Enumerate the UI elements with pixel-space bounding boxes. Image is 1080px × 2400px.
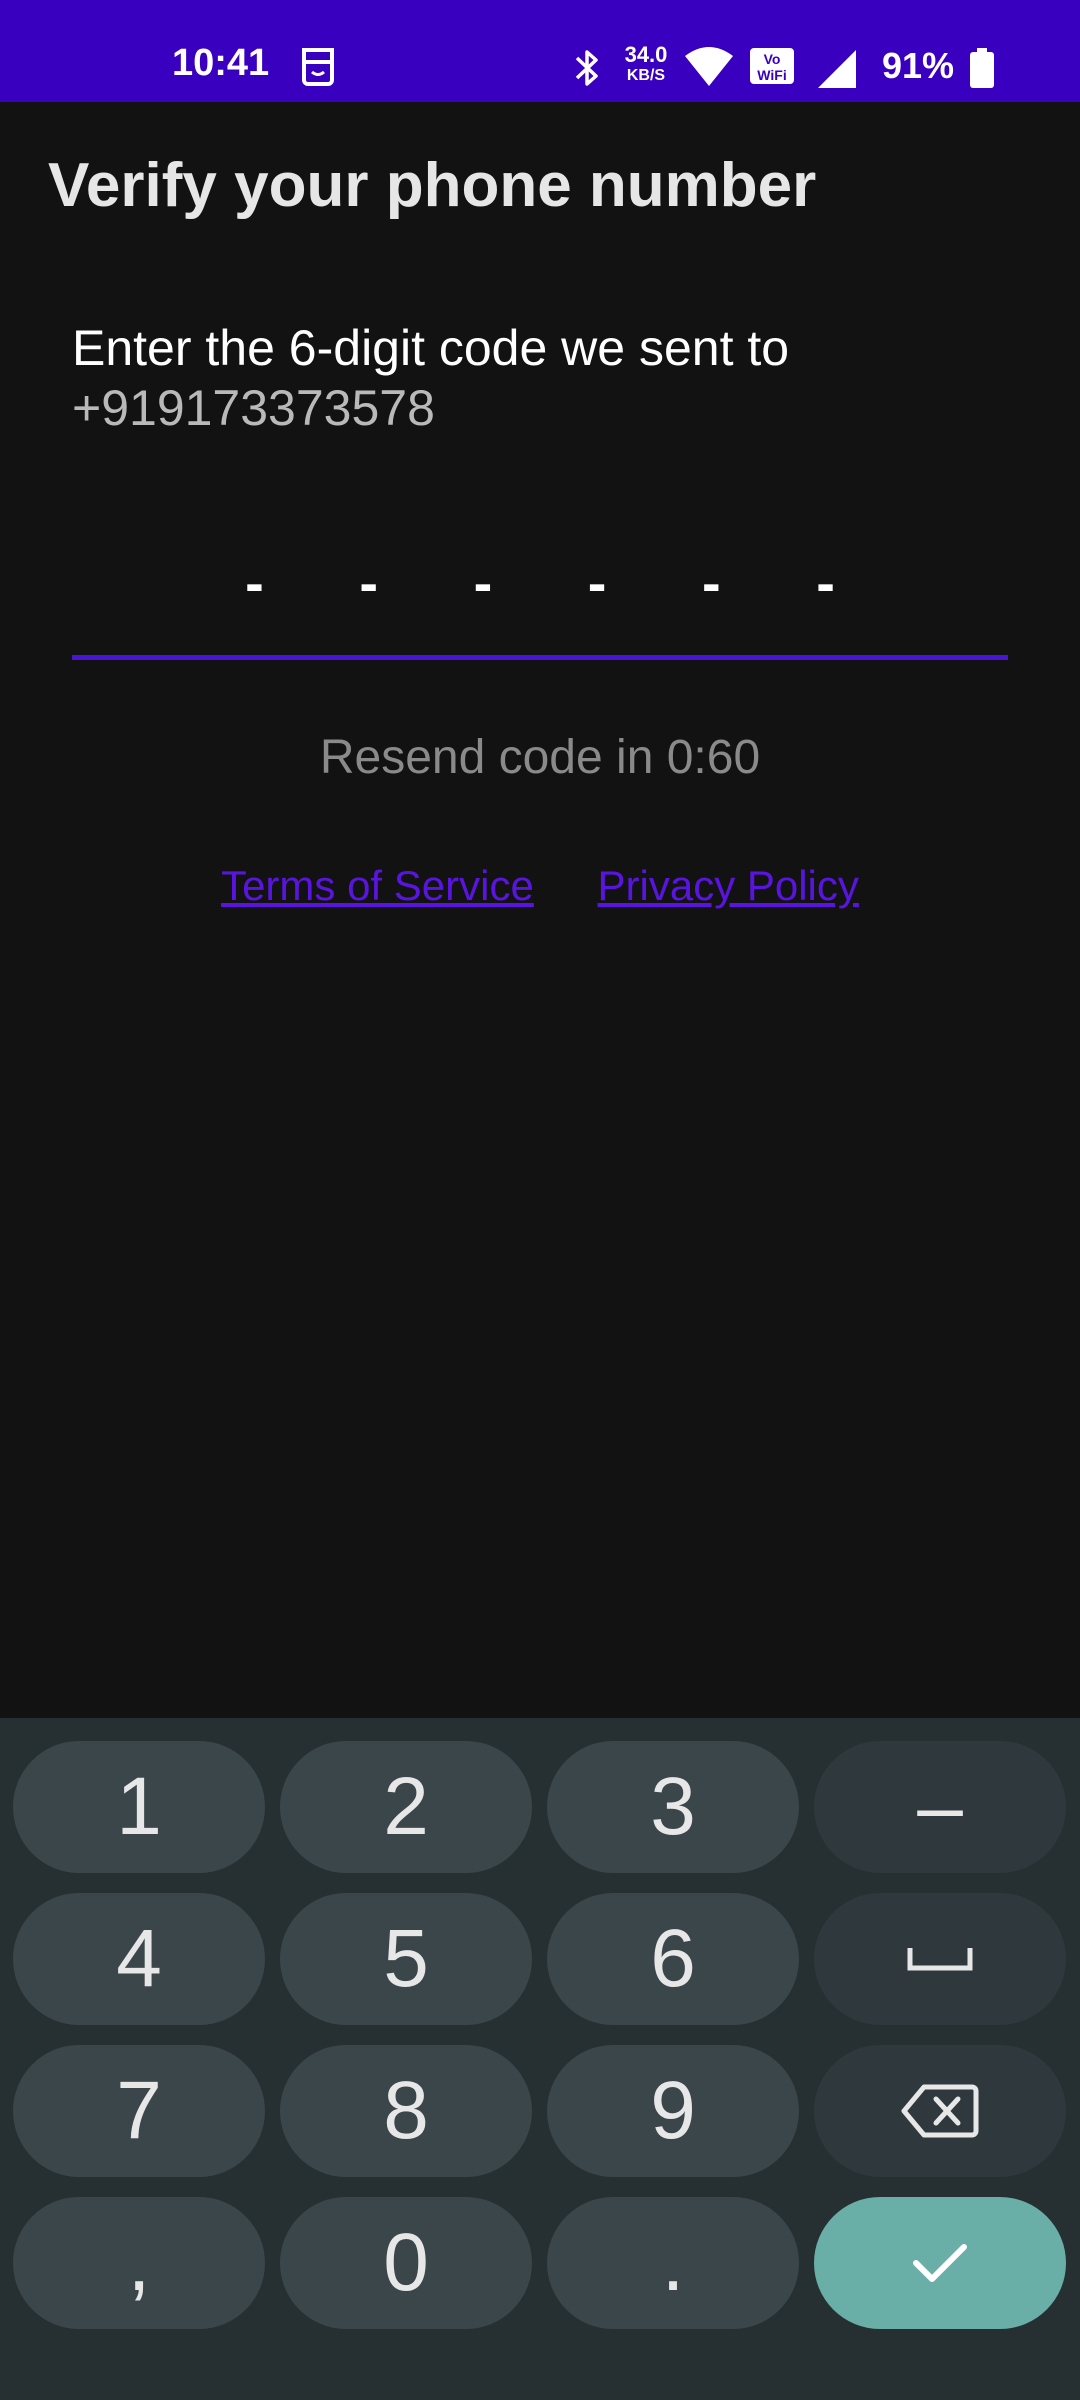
code-placeholder: - - - - - - — [245, 551, 875, 614]
network-speed-unit: KB/S — [626, 67, 666, 84]
key-2[interactable]: 2 — [280, 1741, 532, 1873]
bluetooth-icon — [570, 46, 604, 90]
key-3[interactable]: 3 — [547, 1741, 799, 1873]
page-title: Verify your phone number — [48, 151, 817, 220]
checkmark-icon — [910, 2239, 970, 2287]
verification-code-input[interactable]: - - - - - - — [72, 520, 1008, 660]
svg-text:Vo: Vo — [764, 51, 781, 67]
instruction-line: Enter the 6-digit code we sent to — [72, 320, 790, 376]
legal-links: Terms of Service Privacy Policy — [0, 862, 1080, 910]
phone-number: +919173373578 — [72, 380, 435, 436]
key-8[interactable]: 8 — [280, 2045, 532, 2177]
key-period[interactable]: . — [547, 2197, 799, 2329]
wifi-icon — [683, 46, 735, 88]
instruction-text: Enter the 6-digit code we sent to +91917… — [72, 318, 1012, 438]
key-1[interactable]: 1 — [13, 1741, 265, 1873]
battery-percentage: 91% — [882, 45, 955, 86]
key-enter[interactable] — [814, 2197, 1066, 2329]
key-6[interactable]: 6 — [547, 1893, 799, 2025]
key-dash[interactable]: – — [814, 1741, 1066, 1873]
status-bar: 10:41 34.0 KB/S Vo WiFi 91% — [0, 0, 1080, 102]
network-speed: 34.0 KB/S — [616, 44, 676, 84]
status-time: 10:41 — [172, 42, 270, 84]
vowifi-icon: Vo WiFi — [748, 44, 796, 88]
terms-of-service-link[interactable]: Terms of Service — [221, 862, 534, 909]
resend-code-text: Resend code in 0:60 — [319, 731, 761, 784]
key-7[interactable]: 7 — [13, 2045, 265, 2177]
key-9[interactable]: 9 — [547, 2045, 799, 2177]
key-4[interactable]: 4 — [13, 1893, 265, 2025]
face-icon — [298, 44, 338, 88]
network-speed-value: 34.0 — [624, 42, 668, 67]
key-space[interactable] — [814, 1893, 1066, 2025]
signal-icon — [814, 46, 858, 90]
privacy-policy-link[interactable]: Privacy Policy — [598, 862, 859, 909]
svg-text:WiFi: WiFi — [757, 67, 786, 83]
key-5[interactable]: 5 — [280, 1893, 532, 2025]
battery-icon — [968, 46, 996, 90]
numeric-keyboard: 1 2 3 – 4 5 6 7 8 9 , 0 . — [0, 1718, 1080, 2400]
key-comma[interactable]: , — [13, 2197, 265, 2329]
key-backspace[interactable] — [814, 2045, 1066, 2177]
backspace-icon — [900, 2081, 980, 2141]
key-0[interactable]: 0 — [280, 2197, 532, 2329]
space-icon — [905, 1944, 975, 1974]
